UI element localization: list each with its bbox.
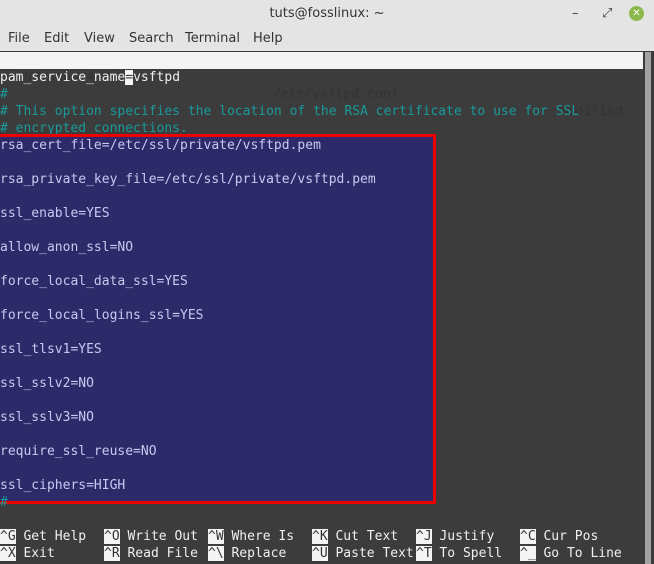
shortcut-label: Cur Pos [543,529,599,544]
menu-edit[interactable]: Edit [44,31,69,46]
shortcut-key: ^\ [208,546,224,561]
shortcut-item[interactable]: ^G Get Help [0,528,86,545]
shortcut-label: Paste Text [335,546,414,561]
comment-line: # This option specifies the location of … [0,104,580,119]
shortcut-key: ^K [312,529,328,544]
shortcut-item[interactable]: ^X Exit [0,545,55,562]
line-pam-service: pam_service_name=vsftpd [0,69,180,86]
shortcut-label: Exit [23,546,55,561]
title-bar: tuts@fosslinux: ~ – ⤢ ✕ [0,0,654,27]
comment-line: # [0,87,8,102]
window-title: tuts@fosslinux: ~ [269,6,385,21]
shortcut-item[interactable]: ^W Where Is [208,528,294,545]
text: vsftpd [133,70,181,85]
minimize-button[interactable]: – [572,0,579,27]
menu-terminal[interactable]: Terminal [185,31,240,46]
nano-filename: /etc/vsftpd.conf [273,87,399,102]
shortcut-item[interactable]: ^_ Go To Line [520,545,622,562]
close-button[interactable]: ✕ [629,6,644,21]
text: pam_service_name [0,70,126,85]
shortcut-item[interactable]: ^T To Spell [416,545,502,562]
shortcut-item[interactable]: ^U Paste Text [312,545,414,562]
shortcut-label: Write Out [127,529,198,544]
shortcut-label: Where Is [231,529,295,544]
shortcut-key: ^T [416,546,432,561]
shortcut-label: Replace [231,546,287,561]
shortcut-key: ^R [104,546,120,561]
shortcut-key: ^W [208,529,224,544]
shortcut-key: ^X [0,546,16,561]
shortcut-item[interactable]: ^K Cut Text [312,528,398,545]
shortcut-key: ^_ [520,546,536,561]
terminal-area[interactable]: GNU nano 4.8 /etc/vsftpd.conf Modified p… [0,52,645,564]
shortcut-item[interactable]: ^\ Replace [208,545,286,562]
comment-line: # [0,495,8,510]
shortcut-label: Justify [439,529,495,544]
shortcut-key: ^G [0,529,16,544]
highlight-box [0,134,436,504]
shortcut-label: Read File [127,546,198,561]
shortcut-item[interactable]: ^O Write Out [104,528,198,545]
scrollbar[interactable] [645,52,651,564]
shortcut-label: To Spell [439,546,503,561]
shortcut-label: Get Help [23,529,87,544]
shortcut-item[interactable]: ^R Read File [104,545,198,562]
menu-bar: File Edit View Search Terminal Help [0,27,654,51]
shortcut-item[interactable]: ^C Cur Pos [520,528,598,545]
shortcut-key: ^J [416,529,432,544]
shortcut-key: ^C [520,529,536,544]
menu-help[interactable]: Help [253,31,283,46]
shortcut-label: Cut Text [335,529,399,544]
text-cursor: = [125,70,134,85]
shortcut-key: ^O [104,529,120,544]
shortcut-label: Go To Line [543,546,622,561]
menu-search[interactable]: Search [129,31,174,46]
menu-file[interactable]: File [8,31,30,46]
menu-view[interactable]: View [84,31,115,46]
shortcut-item[interactable]: ^J Justify [416,528,494,545]
maximize-button[interactable]: ⤢ [602,0,612,27]
shortcut-key: ^U [312,546,328,561]
nano-header: GNU nano 4.8 /etc/vsftpd.conf Modified [0,52,643,119]
